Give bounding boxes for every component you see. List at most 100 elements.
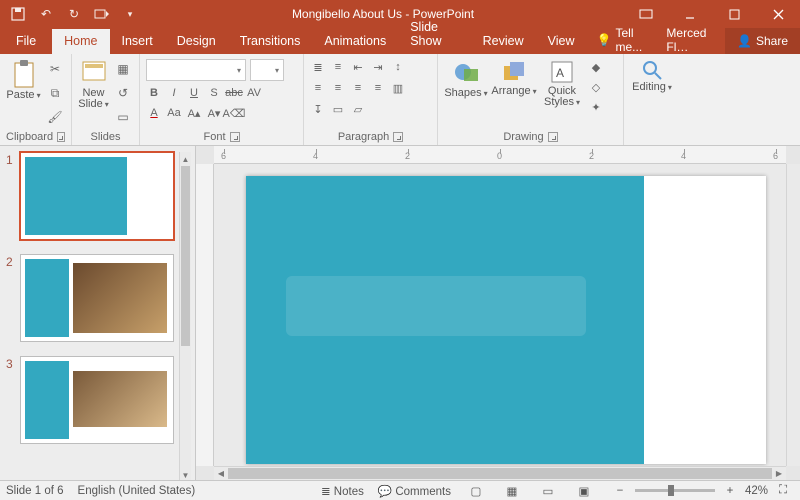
hscroll-thumb[interactable] <box>228 468 772 479</box>
vertical-scrollbar[interactable] <box>786 164 800 466</box>
slideshow-view-icon[interactable]: ▣ <box>573 483 595 499</box>
tab-home[interactable]: Home <box>52 29 109 54</box>
shape-fill-icon[interactable]: ◆ <box>588 59 604 75</box>
tab-slideshow[interactable]: Slide Show <box>398 15 470 54</box>
align-text-icon[interactable]: ▭ <box>330 101 346 117</box>
shapes-button[interactable]: Shapes <box>444 59 488 99</box>
thumbnail-2[interactable]: 2 <box>6 254 177 342</box>
comments-button[interactable]: 💬 Comments <box>378 484 451 498</box>
redo-icon[interactable]: ↻ <box>62 3 86 25</box>
zoom-slider[interactable] <box>635 489 715 492</box>
shape-effects-icon[interactable]: ✦ <box>588 99 604 115</box>
font-size-combo[interactable]: ▾ <box>250 59 284 81</box>
horizontal-scrollbar[interactable]: ◀ ▶ <box>214 466 786 480</box>
char-spacing-icon[interactable]: AV <box>246 85 262 101</box>
bold-button[interactable]: B <box>146 85 162 101</box>
lightbulb-icon: 💡 <box>597 33 612 47</box>
decrease-indent-icon[interactable]: ⇤ <box>350 59 366 75</box>
start-from-beginning-icon[interactable] <box>90 3 114 25</box>
slide-counter[interactable]: Slide 1 of 6 <box>6 485 64 497</box>
reset-icon[interactable]: ↺ <box>113 83 133 103</box>
maximize-icon[interactable] <box>712 0 756 28</box>
scroll-down-icon[interactable]: ▼ <box>180 468 191 480</box>
zoom-in-icon[interactable]: + <box>719 483 741 499</box>
arrange-button[interactable]: Arrange <box>492 59 536 97</box>
format-painter-icon[interactable]: 🖌 <box>45 107 65 127</box>
increase-indent-icon[interactable]: ⇥ <box>370 59 386 75</box>
justify-icon[interactable]: ≡ <box>370 80 386 96</box>
tab-view[interactable]: View <box>536 29 587 54</box>
scroll-right-icon[interactable]: ▶ <box>772 467 786 481</box>
tab-transitions[interactable]: Transitions <box>228 29 313 54</box>
section-icon[interactable]: ▭ <box>113 107 133 127</box>
paragraph-dialog-launcher[interactable] <box>393 132 403 142</box>
editing-button[interactable]: Editing <box>630 59 674 93</box>
align-center-icon[interactable]: ≡ <box>330 80 346 96</box>
language-status[interactable]: English (United States) <box>78 485 196 497</box>
notes-button[interactable]: ≣ Notes <box>321 484 364 498</box>
zoom-out-icon[interactable]: − <box>609 483 631 499</box>
thumbnail-3[interactable]: 3 <box>6 356 177 444</box>
smartart-icon[interactable]: ▱ <box>350 101 366 117</box>
save-icon[interactable] <box>6 3 30 25</box>
paste-button[interactable]: Paste <box>6 59 41 101</box>
group-drawing: Shapes Arrange A Quick Styles ◆ ◇ ✦ Draw… <box>438 54 624 145</box>
thumbnail-1[interactable]: 1 <box>6 152 177 240</box>
arrange-label: Arrange <box>491 86 536 97</box>
minimize-icon[interactable] <box>668 0 712 28</box>
copy-icon[interactable]: ⧉ <box>45 83 65 103</box>
current-slide[interactable] <box>246 176 766 464</box>
zoom-value[interactable]: 42% <box>745 485 768 497</box>
cut-icon[interactable]: ✂ <box>45 59 65 79</box>
line-spacing-icon[interactable]: ↕ <box>390 59 406 75</box>
tab-file[interactable]: File <box>0 29 52 54</box>
quick-styles-button[interactable]: A Quick Styles <box>540 59 584 108</box>
thumb-scrollbar[interactable]: ▲ ▼ <box>179 152 191 480</box>
new-slide-label: New Slide <box>78 88 108 110</box>
tab-review[interactable]: Review <box>471 29 536 54</box>
tab-insert[interactable]: Insert <box>110 29 165 54</box>
close-icon[interactable] <box>756 0 800 28</box>
change-case-icon[interactable]: Aa <box>166 105 182 121</box>
align-left-icon[interactable]: ≡ <box>310 80 326 96</box>
undo-icon[interactable]: ↶ <box>34 3 58 25</box>
bullets-icon[interactable]: ≣ <box>310 59 326 75</box>
clear-format-icon[interactable]: A⌫ <box>226 105 242 121</box>
font-color-icon[interactable]: A <box>146 105 162 121</box>
font-dialog-launcher[interactable] <box>230 132 240 142</box>
normal-view-icon[interactable]: ▢ <box>465 483 487 499</box>
grow-font-icon[interactable]: A▴ <box>186 105 202 121</box>
qat-customize-icon[interactable]: ▾ <box>118 3 142 25</box>
sorter-view-icon[interactable]: ▦ <box>501 483 523 499</box>
align-right-icon[interactable]: ≡ <box>350 80 366 96</box>
ribbon-display-icon[interactable] <box>624 0 668 28</box>
drawing-dialog-launcher[interactable] <box>548 132 558 142</box>
tell-me[interactable]: 💡Tell me... <box>587 26 659 54</box>
shadow-button[interactable]: S <box>206 85 222 101</box>
scroll-left-icon[interactable]: ◀ <box>214 467 228 481</box>
underline-button[interactable]: U <box>186 85 202 101</box>
new-slide-button[interactable]: New Slide <box>78 59 109 110</box>
user-name[interactable]: Merced Fl… <box>658 26 725 54</box>
scroll-up-icon[interactable]: ▲ <box>180 152 191 166</box>
shape-outline-icon[interactable]: ◇ <box>588 79 604 95</box>
font-family-combo[interactable]: ▾ <box>146 59 246 81</box>
tab-animations[interactable]: Animations <box>312 29 398 54</box>
columns-icon[interactable]: ▥ <box>390 80 406 96</box>
text-direction-icon[interactable]: ↧ <box>310 101 326 117</box>
scroll-thumb[interactable] <box>181 166 190 346</box>
tab-design[interactable]: Design <box>165 29 228 54</box>
group-slides: New Slide ▦ ↺ ▭ Slides <box>72 54 140 145</box>
shrink-font-icon[interactable]: A▾ <box>206 105 222 121</box>
fit-to-window-icon[interactable]: ⛶ <box>772 483 794 499</box>
italic-button[interactable]: I <box>166 85 182 101</box>
slide-thumbnails: 1 2 3 <box>0 146 196 480</box>
slide-canvas[interactable] <box>214 164 786 466</box>
layout-icon[interactable]: ▦ <box>113 59 133 79</box>
numbering-icon[interactable]: ≡ <box>330 59 346 75</box>
strike-button[interactable]: abc <box>226 85 242 101</box>
thumb-num: 3 <box>6 356 20 444</box>
clipboard-dialog-launcher[interactable] <box>57 132 65 142</box>
reading-view-icon[interactable]: ▭ <box>537 483 559 499</box>
share-button[interactable]: 👤Share <box>725 28 800 54</box>
